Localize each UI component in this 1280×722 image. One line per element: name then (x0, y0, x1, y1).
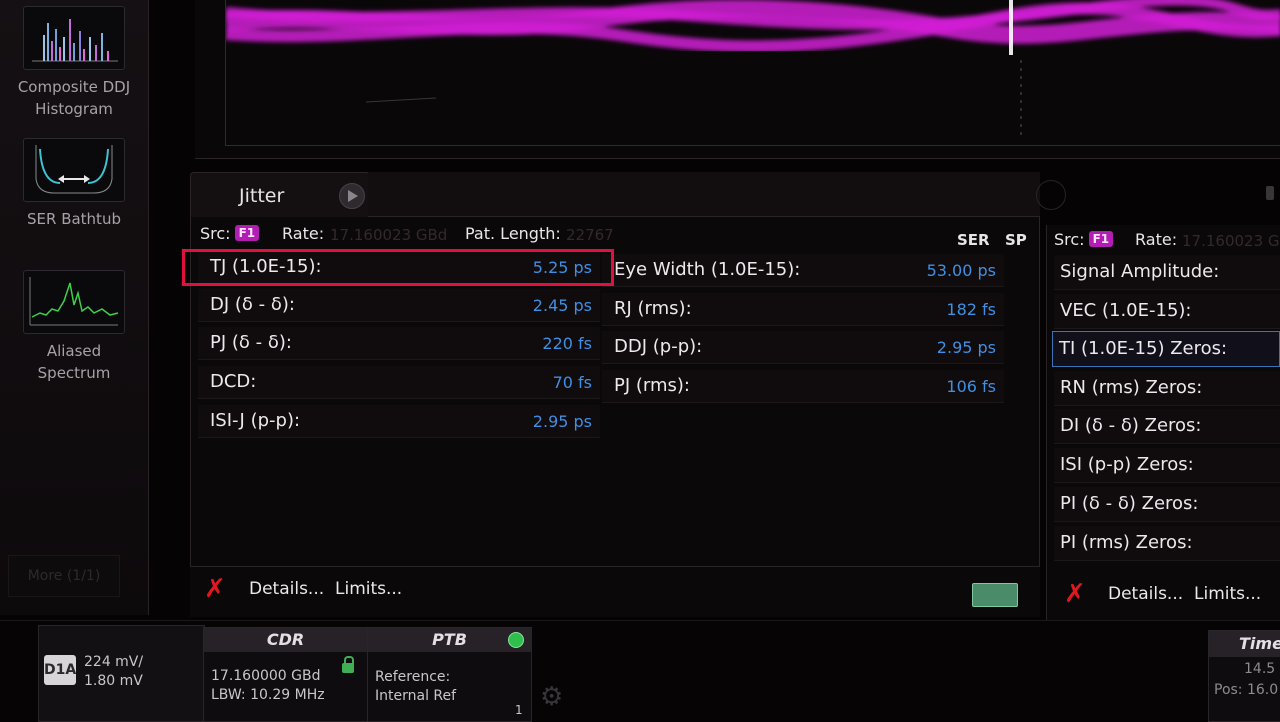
limits-button[interactable]: Limits... (1194, 584, 1261, 604)
measurement-label: DCD: (210, 371, 257, 392)
measurement-row-dcd[interactable]: DCD: 70 fs (198, 366, 600, 399)
close-icon[interactable]: ✗ (204, 574, 226, 604)
measurement-label: PI (rms) Zeros: (1060, 532, 1193, 553)
measurement-label: PI (δ - δ) Zeros: (1060, 493, 1199, 514)
measurement-value: 182 fs (946, 300, 996, 319)
eye-diagram-trace (226, 0, 1280, 140)
spectrum-icon (23, 270, 125, 334)
details-button[interactable]: Details... (249, 579, 324, 599)
measurement-label: DJ (δ - δ): (210, 294, 295, 315)
ptb-index: 1 (515, 703, 523, 717)
measurement-value: 70 fs (552, 373, 592, 392)
noise-row-vec[interactable]: VEC (1.0E-15): (1054, 294, 1280, 329)
close-icon[interactable]: ✗ (1064, 579, 1086, 609)
noise-src: Src: F1 (1054, 230, 1114, 249)
time-value: 14.5 (1244, 661, 1276, 677)
measurement-label: DI (δ - δ) Zeros: (1060, 415, 1202, 436)
measurement-row-pj-rms[interactable]: PJ (rms): 106 fs (602, 370, 1004, 403)
aliased-spectrum-tool[interactable]: Aliased Spectrum (0, 270, 148, 384)
status-indicator-icon (508, 632, 524, 648)
noise-row-di-zeros[interactable]: DI (δ - δ) Zeros: (1054, 409, 1280, 444)
measurement-value: 220 fs (542, 334, 592, 353)
measurement-label: ISI (p-p) Zeros: (1060, 454, 1194, 475)
bathtub-icon (23, 138, 125, 202)
ser-toggle[interactable]: SER (957, 231, 990, 249)
noise-row-signal-amplitude[interactable]: Signal Amplitude: (1054, 255, 1280, 290)
measurement-row-pj[interactable]: PJ (δ - δ): 220 fs (198, 327, 600, 360)
measurement-label: RJ (rms): (614, 298, 692, 319)
noise-row-rn-zeros[interactable]: RN (rms) Zeros: (1054, 371, 1280, 406)
noise-row-isi-zeros[interactable]: ISI (p-p) Zeros: (1054, 448, 1280, 483)
noise-row-pi-rms-zeros[interactable]: PI (rms) Zeros: (1054, 526, 1280, 561)
measurement-label: VEC (1.0E-15): (1060, 300, 1192, 321)
measurement-row-rj[interactable]: RJ (rms): 182 fs (602, 293, 1004, 326)
measurement-row-isi-j[interactable]: ISI-J (p-p): 2.95 ps (198, 405, 600, 438)
channel-scale: 224 mV/ (84, 654, 144, 670)
ptb-reference-value: Internal Ref (375, 688, 457, 704)
composite-ddj-histogram-label: Composite DDJ Histogram (17, 78, 131, 118)
measurement-value: 2.95 ps (936, 338, 996, 357)
src-label: Src: (200, 224, 231, 243)
measurement-label: PJ (rms): (614, 375, 690, 396)
more-button[interactable]: More (1/1) (8, 555, 120, 597)
rate-label: Rate: (1135, 230, 1178, 249)
noise-row-ti-zeros[interactable]: TI (1.0E-15) Zeros: (1052, 331, 1280, 367)
composite-ddj-histogram-tool[interactable]: Composite DDJ Histogram (0, 6, 148, 120)
measurement-value: 106 fs (946, 377, 996, 396)
details-button[interactable]: Details... (1108, 584, 1183, 604)
rate-value: 17.160023 GBd (1182, 232, 1280, 250)
pat-length-label: Pat. Length: (465, 224, 561, 243)
ser-bathtub-label: SER Bathtub (27, 210, 121, 228)
measurement-row-dj[interactable]: DJ (δ - δ): 2.45 ps (198, 289, 600, 322)
time-position: Pos: 16.0 (1214, 682, 1279, 698)
cdr-title: CDR (204, 628, 367, 652)
noise-row-pi-zeros[interactable]: PI (δ - δ) Zeros: (1054, 487, 1280, 522)
channel-badge[interactable]: D1A (44, 655, 76, 685)
measurement-label: RN (rms) Zeros: (1060, 377, 1203, 398)
measurement-value: 2.45 ps (532, 296, 592, 315)
src-label: Src: (1054, 230, 1085, 249)
ptb-title: PTB (368, 628, 531, 652)
gear-icon[interactable]: ⚙ (540, 682, 563, 712)
measurement-row-ddj[interactable]: DDJ (p-p): 2.95 ps (602, 331, 1004, 364)
lock-icon (342, 656, 354, 673)
measurement-label: TI (1.0E-15) Zeros: (1059, 338, 1228, 359)
waveform-display[interactable] (195, 0, 1280, 159)
cdr-rate: 17.160000 GBd (211, 668, 321, 684)
waveform-graticule (225, 0, 1280, 146)
tab-jitter[interactable]: Jitter (190, 172, 370, 217)
ptb-reference-label: Reference: (375, 669, 451, 685)
channel-offset: 1.80 mV (84, 673, 143, 689)
measurement-label: Eye Width (1.0E-15): (614, 259, 801, 280)
measurement-label: PJ (δ - δ): (210, 332, 292, 353)
rate-value: 17.160023 GBd (330, 226, 448, 244)
rate-label: Rate: (282, 224, 325, 243)
jitter-tab-label: Jitter (239, 185, 285, 207)
jitter-src: Src: F1 (200, 224, 260, 243)
time-title: Time (1209, 631, 1280, 657)
src-badge[interactable]: F1 (1088, 231, 1114, 247)
measurement-value: 53.00 ps (926, 261, 996, 280)
pin-icon[interactable] (1266, 186, 1274, 200)
limits-button[interactable]: Limits... (335, 579, 402, 599)
cdr-lbw: LBW: 10.29 MHz (211, 687, 325, 703)
measurement-label: ISI-J (p-p): (210, 410, 301, 431)
measurement-row-eye-width[interactable]: Eye Width (1.0E-15): 53.00 ps (602, 254, 1004, 287)
measurement-label: DDJ (p-p): (614, 336, 703, 357)
keyboard-icon[interactable] (972, 583, 1018, 607)
aliased-spectrum-label: Aliased Spectrum (37, 342, 111, 382)
tab-strip (368, 172, 1274, 217)
pat-length-value: 22767 (566, 226, 614, 244)
measurement-label: Signal Amplitude: (1060, 261, 1220, 282)
src-badge[interactable]: F1 (234, 225, 260, 241)
tool-sidebar: Composite DDJ Histogram SER Bathtub Alia… (0, 0, 149, 615)
measurement-value: 2.95 ps (532, 412, 592, 431)
sp-toggle[interactable]: SP (1005, 231, 1027, 249)
highlight-box (182, 249, 614, 286)
collapse-icon[interactable] (1036, 180, 1066, 210)
histogram-icon (23, 6, 125, 70)
play-icon[interactable] (339, 183, 365, 209)
ser-bathtub-tool[interactable]: SER Bathtub (0, 138, 148, 230)
